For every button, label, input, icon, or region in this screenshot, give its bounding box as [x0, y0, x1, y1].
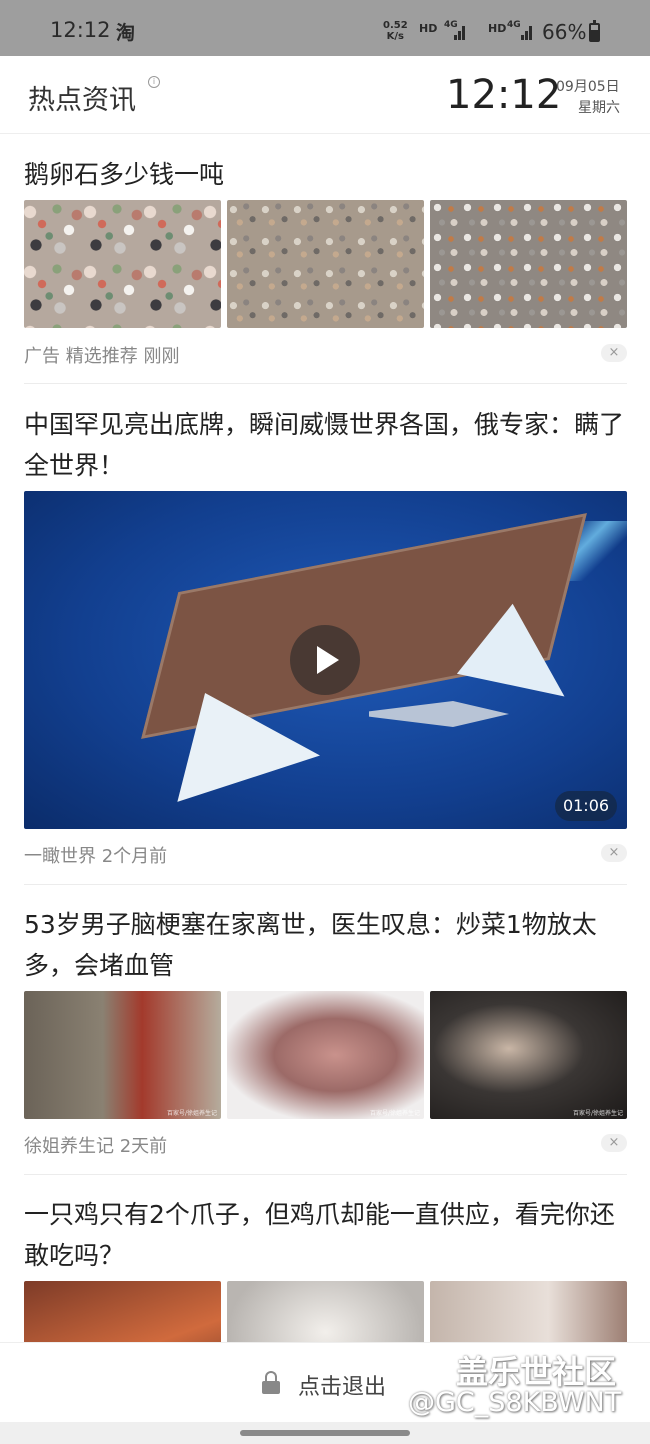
toast-photo[interactable]: 百家号/徐姐养生记 [430, 991, 627, 1119]
header: 热点资讯 i 12:12 09月05日 星期六 [0, 56, 650, 134]
network-speed-unit: K/s [386, 31, 405, 42]
network-type-2: 4G [507, 20, 521, 30]
video-duration: 01:06 [555, 791, 617, 821]
user-watermark: @GC_S8KBWNT [408, 1387, 622, 1418]
header-clock: 12:12 [446, 72, 562, 118]
network-type-1: 4G [444, 20, 458, 30]
article-meta: 一瞰世界 2个月前 [24, 846, 168, 867]
network-speed: 0.52 K/s [383, 20, 408, 42]
video-thumbnail[interactable]: 01:06 [24, 491, 627, 829]
page-title: 热点资讯 [28, 85, 136, 116]
article-title[interactable]: 53岁男子脑梗塞在家离世，医生叹息：炒菜1物放太多，会堵血管 [24, 904, 627, 986]
dismiss-button[interactable]: × [601, 1134, 627, 1152]
article-title[interactable]: 一只鸡只有2个爪子，但鸡爪却能一直供应，看完你还敢吃吗？ [24, 1194, 627, 1276]
image-watermark: 百家号/徐姐养生记 [369, 1110, 420, 1117]
health-article[interactable]: 53岁男子脑梗塞在家离世，医生叹息：炒菜1物放太多，会堵血管 百家号/徐姐养生记… [24, 904, 627, 1164]
divider [24, 1174, 627, 1175]
video-article[interactable]: 中国罕见亮出底牌，瞬间威慑世界各国，俄专家：瞒了全世界！ 01:06 一瞰世界 … [24, 404, 627, 874]
signal-icon-1: 4G [444, 20, 465, 40]
article-title[interactable]: 鹅卵石多少钱一吨 [24, 154, 627, 195]
article-meta: 广告 精选推荐 刚刚 [24, 346, 180, 367]
article-images[interactable] [24, 200, 627, 328]
ad-article[interactable]: 鹅卵石多少钱一吨 广告 精选推荐 刚刚 × [24, 154, 627, 384]
signal-icon-2: 4G [507, 20, 532, 40]
exit-bar[interactable]: 点击退出 盖乐世社区 @GC_S8KBWNT [0, 1342, 650, 1422]
dismiss-button[interactable]: × [601, 844, 627, 862]
pebble-image[interactable] [227, 200, 424, 328]
info-icon[interactable]: i [148, 76, 160, 88]
navigation-gesture-area [0, 1422, 650, 1444]
article-images[interactable]: 百家号/徐姐养生记 百家号/徐姐养生记 百家号/徐姐养生记 [24, 991, 627, 1119]
man-photo[interactable]: 百家号/徐姐养生记 [24, 991, 221, 1119]
status-bar: 12:12 淘 0.52 K/s HD 4G HD 4G 66% [0, 0, 650, 56]
article-title[interactable]: 中国罕见亮出底牌，瞬间威慑世界各国，俄专家：瞒了全世界！ [24, 404, 627, 486]
hd-label-2: HD [488, 22, 507, 35]
hd-label-1: HD [419, 22, 438, 35]
taobao-notification-icon: 淘 [116, 22, 136, 44]
play-icon[interactable] [290, 625, 360, 695]
exit-button[interactable]: 点击退出 [298, 1369, 386, 1401]
pebble-image[interactable] [24, 200, 221, 328]
divider [24, 383, 627, 384]
pebble-image[interactable] [430, 200, 627, 328]
image-watermark: 百家号/徐姐养生记 [166, 1110, 217, 1117]
header-weekday: 星期六 [578, 100, 620, 116]
dismiss-button[interactable]: × [601, 344, 627, 362]
divider [24, 884, 627, 885]
meat-photo[interactable]: 百家号/徐姐养生记 [227, 991, 424, 1119]
chicken-claw-article[interactable]: 一只鸡只有2个爪子，但鸡爪却能一直供应，看完你还敢吃吗？ [24, 1194, 627, 1409]
battery-percent: 66% [542, 20, 587, 44]
unlock-icon [262, 1371, 280, 1394]
home-gesture-bar[interactable] [240, 1430, 410, 1436]
image-watermark: 百家号/徐姐养生记 [572, 1110, 623, 1117]
battery-icon [589, 20, 600, 42]
status-time: 12:12 [50, 18, 111, 42]
network-speed-value: 0.52 [383, 20, 408, 31]
header-date: 09月05日 [556, 79, 620, 95]
article-meta: 徐姐养生记 2天前 [24, 1136, 168, 1157]
